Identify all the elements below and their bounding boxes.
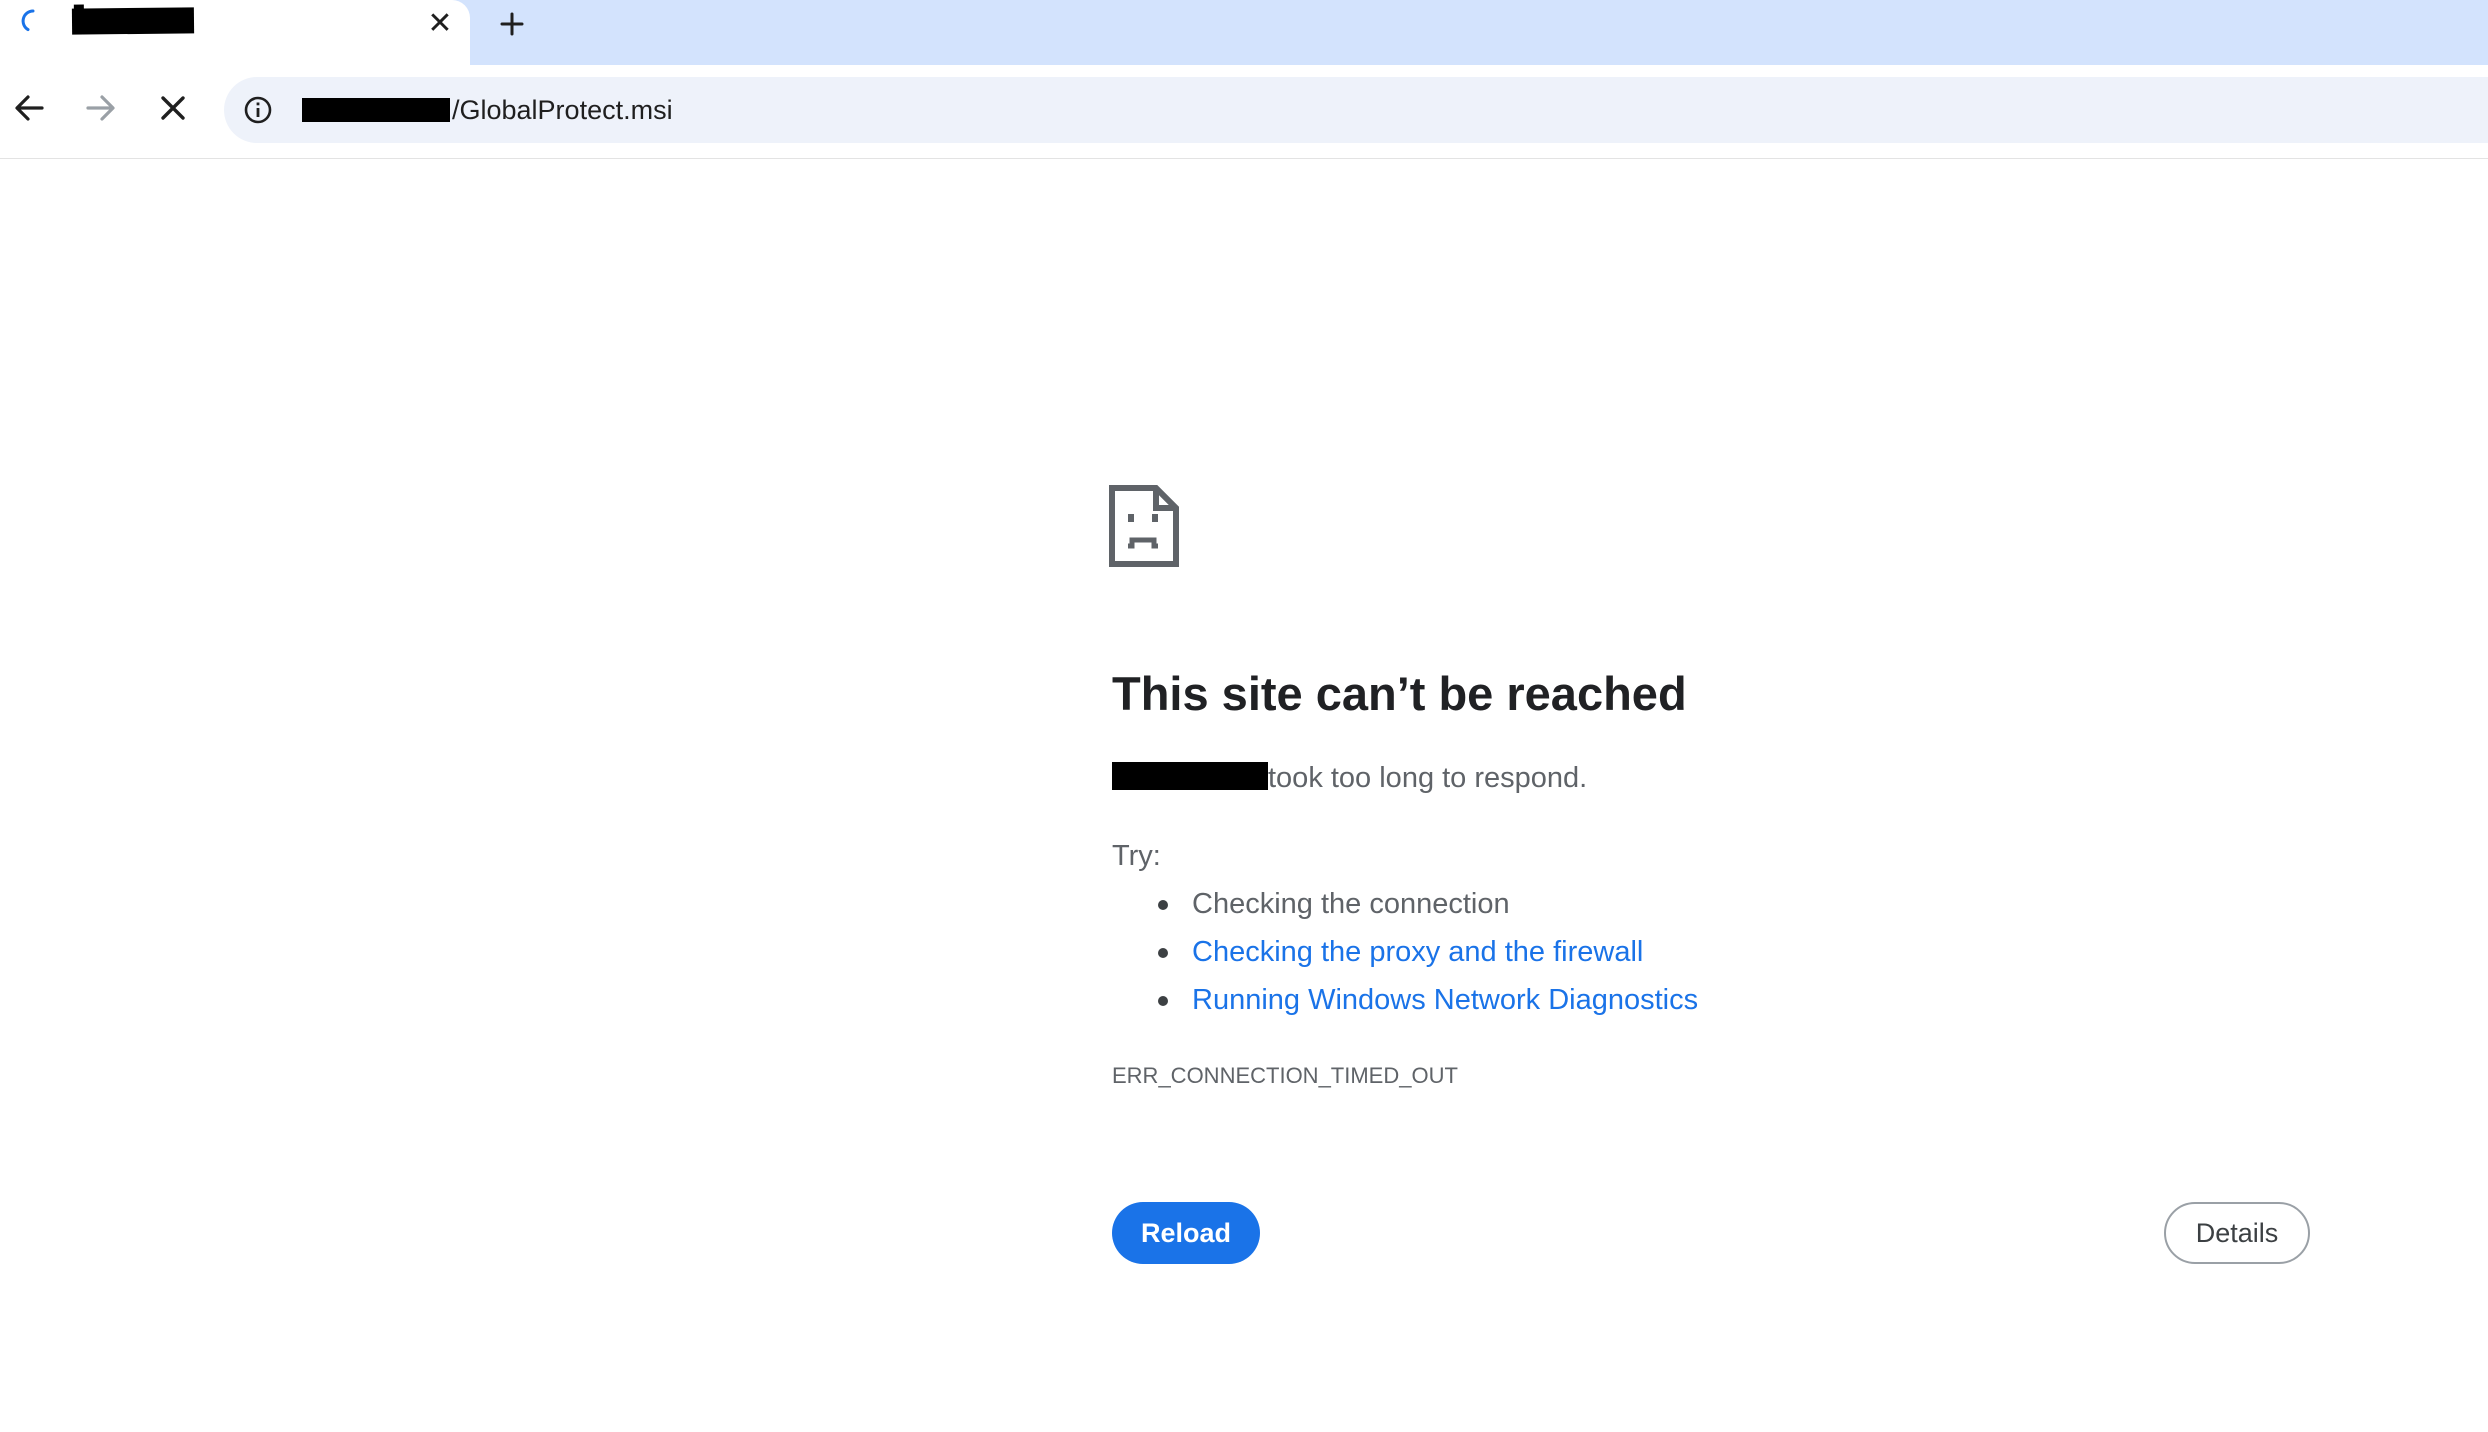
suggestion-network-diagnostics[interactable]: Running Windows Network Diagnostics (1112, 980, 1698, 1028)
error-title: This site can’t be reached (1112, 667, 1687, 720)
bullet (1158, 996, 1168, 1006)
stop-loading-icon[interactable] (148, 83, 198, 133)
details-button[interactable]: Details (2164, 1202, 2310, 1264)
error-code: ERR_CONNECTION_TIMED_OUT (1112, 1063, 1458, 1088)
bullet (1158, 900, 1168, 910)
suggestion-check-connection: Checking the connection (1112, 884, 1698, 932)
url-path: /GlobalProtect.msi (452, 95, 673, 125)
back-arrow-icon[interactable] (4, 83, 54, 133)
url-host-redacted (302, 98, 450, 122)
forward-arrow-icon[interactable] (76, 83, 126, 133)
loading-spinner-icon (21, 9, 35, 32)
error-subtitle: took too long to respond. (1268, 762, 1588, 794)
address-bar[interactable]: /GlobalProtect.msi (224, 77, 2488, 143)
browser-toolbar: /GlobalProtect.msi (0, 65, 2488, 159)
try-label: Try: (1112, 840, 1161, 872)
host-name-redacted (1112, 762, 1268, 790)
suggestion-text: Checking the connection (1192, 888, 1510, 920)
proxy-firewall-link[interactable]: Checking the proxy and the firewall (1192, 936, 1643, 968)
bullet (1158, 948, 1168, 958)
active-tab[interactable]: ✕ (0, 0, 470, 72)
sad-page-icon (1109, 485, 1179, 567)
suggestion-check-proxy[interactable]: Checking the proxy and the firewall (1112, 932, 1698, 980)
tab-strip: ✕ (0, 0, 2488, 72)
reload-button[interactable]: Reload (1112, 1202, 1260, 1264)
suggestions-list: Checking the connection Checking the pro… (1112, 884, 1698, 1028)
tab-close-icon[interactable]: ✕ (424, 8, 456, 40)
tab-title-redacted (71, 7, 195, 35)
browser-window: ✕ /GlobalProtect.msi This site can’t be … (0, 0, 2488, 1432)
network-diagnostics-link[interactable]: Running Windows Network Diagnostics (1192, 984, 1698, 1016)
site-info-icon[interactable] (238, 90, 278, 130)
new-tab-plus-icon[interactable] (494, 6, 530, 42)
